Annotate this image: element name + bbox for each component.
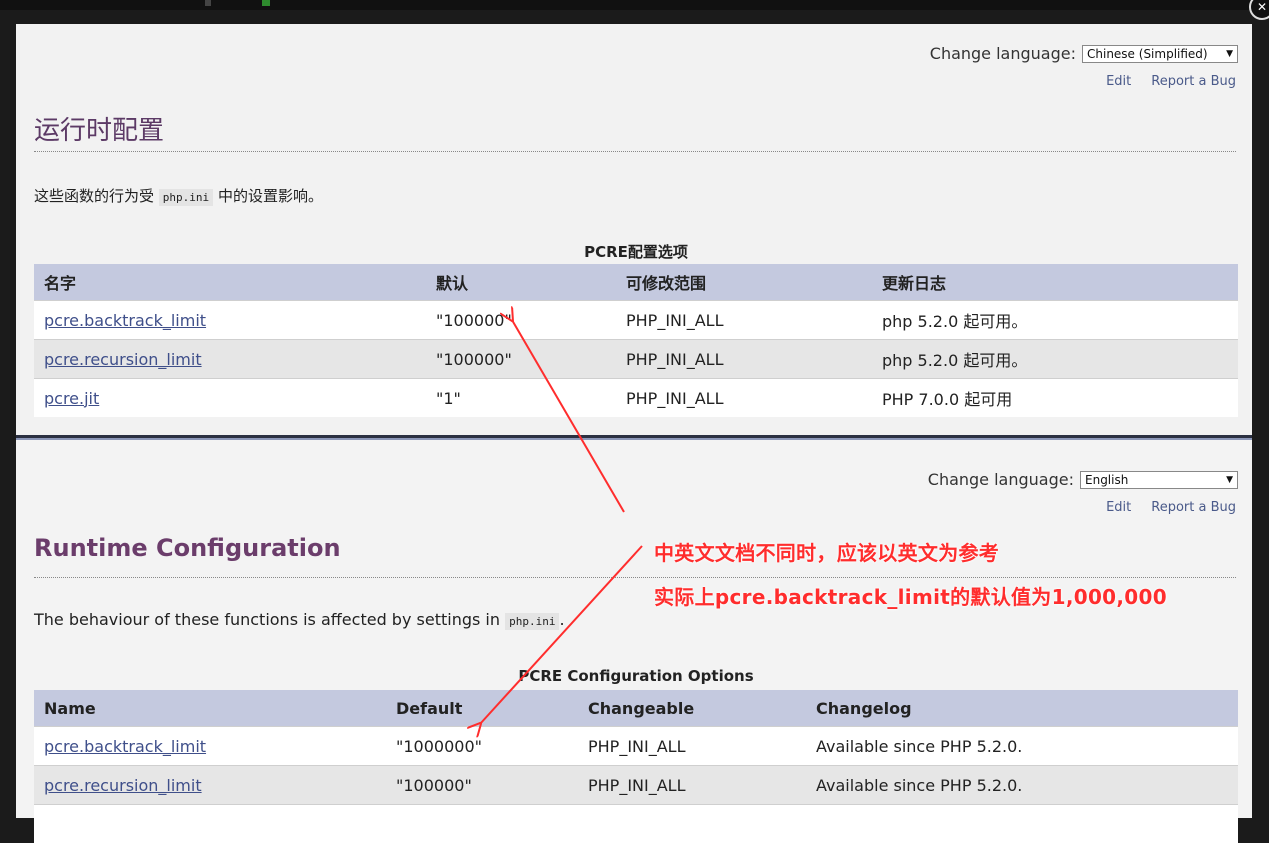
pcre-options-table: 名字 默认 可修改范围 更新日志 pcre.backtrack_limit "1… [34, 264, 1238, 417]
col-header-default: Default [386, 690, 578, 727]
table-row: pcre.backtrack_limit "1000000" PHP_INI_A… [34, 727, 1238, 766]
option-changelog: PHP 7.0.0 起可用 [872, 379, 1238, 418]
table-caption: PCRE配置选项 [34, 241, 1238, 262]
table-row: pcre.recursion_limit "100000" PHP_INI_AL… [34, 766, 1238, 805]
table-row: pcre.backtrack_limit "100000" PHP_INI_AL… [34, 301, 1238, 340]
intro-paragraph: The behaviour of these functions is affe… [34, 610, 565, 629]
top-bar-indicator [262, 0, 270, 6]
edit-link[interactable]: Edit [1106, 74, 1131, 89]
language-select-value: Chinese (Simplified) [1087, 45, 1208, 63]
change-language-row: Change language: English ▼ [928, 470, 1238, 489]
title-divider [34, 151, 1236, 152]
option-link[interactable]: pcre.recursion_limit [44, 776, 202, 795]
top-window-bar [0, 0, 1269, 10]
option-link[interactable]: pcre.jit [44, 389, 99, 408]
option-changeable: PHP_INI_ALL [616, 379, 872, 418]
option-link[interactable]: pcre.backtrack_limit [44, 311, 206, 330]
intro-text-after: . [559, 610, 564, 629]
option-default: "100000" [386, 766, 578, 805]
option-changelog: php 5.2.0 起可用。 [872, 301, 1238, 340]
language-select[interactable]: Chinese (Simplified) ▼ [1082, 45, 1238, 63]
option-default: "1" [426, 379, 616, 418]
top-bar-segment [205, 0, 211, 6]
option-changeable: PHP_INI_ALL [578, 727, 806, 766]
col-header-changelog: Changelog [806, 690, 1238, 727]
option-changeable: PHP_INI_ALL [616, 340, 872, 379]
option-link[interactable]: pcre.recursion_limit [44, 350, 202, 369]
doc-panel-english: Change language: English ▼ Edit Report a… [16, 438, 1252, 818]
edit-links: Edit Report a Bug [1106, 500, 1236, 515]
language-select-value: English [1085, 471, 1128, 489]
table-cell-empty [34, 805, 386, 843]
option-link[interactable]: pcre.backtrack_limit [44, 737, 206, 756]
title-divider [34, 577, 1236, 578]
intro-text-before: The behaviour of these functions is affe… [34, 610, 500, 629]
col-header-name: 名字 [34, 264, 426, 301]
intro-paragraph: 这些函数的行为受 php.ini 中的设置影响。 [34, 185, 323, 206]
code-php-ini: php.ini [159, 189, 213, 206]
option-default: "1000000" [386, 727, 578, 766]
edit-link[interactable]: Edit [1106, 500, 1131, 515]
table-caption: PCRE Configuration Options [34, 667, 1238, 685]
pcre-options-table: Name Default Changeable Changelog pcre.b… [34, 690, 1238, 843]
table-header-row: 名字 默认 可修改范围 更新日志 [34, 264, 1238, 301]
option-changeable: PHP_INI_ALL [578, 766, 806, 805]
option-changelog: Available since PHP 5.2.0. [806, 727, 1238, 766]
table-row [34, 805, 1238, 843]
col-header-changeable: 可修改范围 [616, 264, 872, 301]
annotation-line-2: 实际上pcre.backtrack_limit的默认值为1,000,000 [654, 581, 1167, 610]
chevron-down-icon: ▼ [1226, 471, 1233, 489]
annotation-line-1: 中英文文档不同时，应该以英文为参考 [654, 537, 999, 566]
col-header-default: 默认 [426, 264, 616, 301]
table-row: pcre.recursion_limit "100000" PHP_INI_AL… [34, 340, 1238, 379]
option-changelog: php 5.2.0 起可用。 [872, 340, 1238, 379]
close-icon[interactable]: ✕ [1249, 0, 1269, 20]
report-bug-link[interactable]: Report a Bug [1151, 500, 1236, 515]
page-title: 运行时配置 [34, 110, 164, 147]
change-language-label: Change language: [930, 44, 1076, 63]
chevron-down-icon: ▼ [1226, 45, 1233, 63]
doc-panel-chinese: Change language: Chinese (Simplified) ▼ … [16, 24, 1252, 435]
table-row: pcre.jit "1" PHP_INI_ALL PHP 7.0.0 起可用 [34, 379, 1238, 418]
option-default: "100000" [426, 340, 616, 379]
intro-text-after: 中的设置影响。 [218, 187, 323, 205]
col-header-changeable: Changeable [578, 690, 806, 727]
change-language-label: Change language: [928, 470, 1074, 489]
report-bug-link[interactable]: Report a Bug [1151, 74, 1236, 89]
col-header-changelog: 更新日志 [872, 264, 1238, 301]
edit-links: Edit Report a Bug [1106, 74, 1236, 89]
intro-text-before: 这些函数的行为受 [34, 187, 154, 205]
option-default: "100000" [426, 301, 616, 340]
language-select[interactable]: English ▼ [1080, 471, 1238, 489]
change-language-row: Change language: Chinese (Simplified) ▼ [930, 44, 1238, 63]
col-header-name: Name [34, 690, 386, 727]
code-php-ini: php.ini [505, 613, 559, 630]
table-header-row: Name Default Changeable Changelog [34, 690, 1238, 727]
option-changeable: PHP_INI_ALL [616, 301, 872, 340]
page-title: Runtime Configuration [34, 534, 341, 562]
option-changelog: Available since PHP 5.2.0. [806, 766, 1238, 805]
